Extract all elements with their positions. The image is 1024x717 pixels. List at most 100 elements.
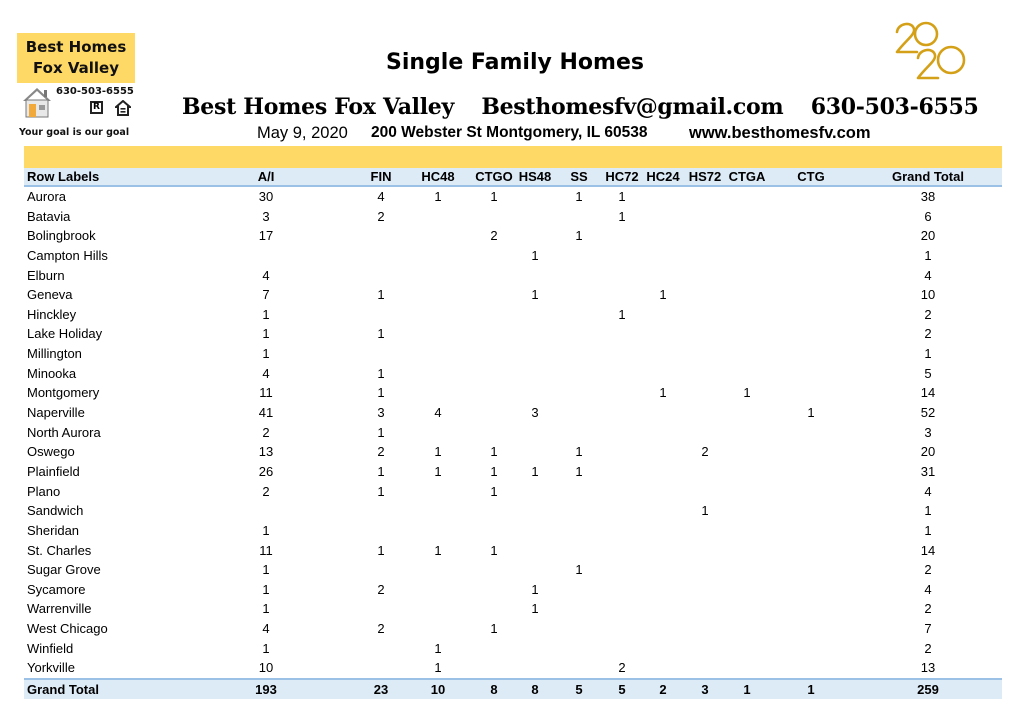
table-cell: 7 <box>262 287 270 303</box>
table-cell: 5 <box>618 682 626 698</box>
table-row: Oswego 13 2 1 1 1 2 20 <box>24 442 1002 462</box>
table-cell: 1 <box>377 365 385 381</box>
table-cell: 2 <box>377 208 385 224</box>
table-cell: 38 <box>920 189 936 204</box>
table-cell: 26 <box>258 463 274 479</box>
table-cell: 1 <box>262 522 270 538</box>
table-cell: 1 <box>490 463 498 479</box>
table-cell: 1 <box>924 503 932 519</box>
table-cell: 20 <box>920 228 936 244</box>
table-cell: 1 <box>575 444 583 460</box>
table-row: Winfield 1 1 2 <box>24 639 1002 659</box>
table-cell: 2 <box>377 621 385 637</box>
table-cell: 2 <box>924 601 932 617</box>
table-cell: 1 <box>262 306 270 322</box>
column-header-ctg[interactable]: CTG <box>796 168 826 185</box>
table-cell: 6 <box>924 208 932 224</box>
table-cell: 1 <box>531 581 539 597</box>
table-cell: 41 <box>258 405 274 421</box>
column-header-grand-total[interactable]: Grand Total <box>884 168 972 185</box>
table-row: Bolingbrook 17 2 1 20 <box>24 226 1002 246</box>
table-cell: 14 <box>920 542 936 558</box>
table-row: Montgomery 11 1 1 1 14 <box>24 383 1002 403</box>
table-cell: 7 <box>924 621 932 637</box>
table-cell: 2 <box>924 640 932 656</box>
table-row: Lake Holiday 1 1 2 <box>24 324 1002 344</box>
table-cell: 4 <box>262 621 270 637</box>
grand-total-row: Grand Total 193 23 10 8 8 5 5 2 3 1 1 259 <box>24 678 1002 700</box>
table-cell: 2 <box>659 682 667 698</box>
table-cell: 3 <box>924 424 932 440</box>
column-header-hs72[interactable]: HS72 <box>688 168 722 185</box>
table-row: Geneva 7 1 1 1 10 <box>24 285 1002 305</box>
table-cell: 1 <box>262 601 270 617</box>
row-label: Winfield <box>27 640 74 656</box>
column-header-ctga[interactable]: CTGA <box>728 168 766 185</box>
table-cell: 2 <box>262 424 270 440</box>
table-row: Sugar Grove 1 1 2 <box>24 560 1002 580</box>
table-cell: 1 <box>531 463 539 479</box>
column-header-a-i[interactable]: A/I <box>250 168 282 185</box>
row-label: Montgomery <box>27 385 100 401</box>
contact-line: Best Homes Fox Valley Besthomesfv@gmail.… <box>182 94 979 120</box>
table-row: Campton Hills 1 1 <box>24 246 1002 266</box>
table-cell: 1 <box>659 385 667 401</box>
row-label: Sandwich <box>27 503 84 519</box>
table-cell: 1 <box>701 503 709 519</box>
row-label: Warrenville <box>27 601 92 617</box>
table-cell: 2 <box>618 660 626 676</box>
table-cell: 1 <box>434 463 442 479</box>
row-label: Grand Total <box>27 682 99 698</box>
table-cell: 11 <box>259 542 273 558</box>
row-label: Bolingbrook <box>27 228 96 244</box>
column-header-ctgo[interactable]: CTGO <box>475 168 513 185</box>
table-cell: 1 <box>575 562 583 578</box>
table-cell: 14 <box>920 385 936 401</box>
table-cell: 1 <box>490 621 498 637</box>
table-cell: 31 <box>920 463 936 479</box>
table-cell: 2 <box>377 581 385 597</box>
table-cell: 1 <box>618 306 626 322</box>
table-cell: 10 <box>920 287 936 303</box>
table-cell: 1 <box>262 346 270 362</box>
row-label: Sheridan <box>27 522 80 538</box>
table-cell: 3 <box>531 405 539 421</box>
table-cell: 3 <box>377 405 385 421</box>
table-cell: 4 <box>262 365 270 381</box>
table-row: West Chicago 4 2 1 7 <box>24 619 1002 639</box>
table-cell: 1 <box>531 287 539 303</box>
table-cell: 20 <box>920 444 936 460</box>
column-header-fin[interactable]: FIN <box>366 168 396 185</box>
table-cell: 4 <box>377 189 385 204</box>
row-label: Naperville <box>27 405 85 421</box>
email-link[interactable]: Besthomesfv@gmail.com <box>481 94 783 120</box>
row-label: Geneva <box>27 287 73 303</box>
table-cell: 23 <box>373 682 389 698</box>
table-cell: 1 <box>924 346 932 362</box>
table-row: North Aurora 2 1 3 <box>24 423 1002 443</box>
table-row: Warrenville 1 1 2 <box>24 599 1002 619</box>
column-header-hs48[interactable]: HS48 <box>518 168 552 185</box>
column-header-hc48[interactable]: HC48 <box>421 168 455 185</box>
table-cell: 1 <box>262 562 270 578</box>
row-labels-header[interactable]: Row Labels <box>27 168 99 185</box>
table-row: Sheridan 1 1 <box>24 521 1002 541</box>
table-cell: 2 <box>701 444 709 460</box>
table-cell: 4 <box>262 267 270 283</box>
realtor-icon: R <box>90 101 103 114</box>
house-icon <box>23 88 51 118</box>
table-cell: 1 <box>807 405 815 421</box>
table-cell: 1 <box>262 326 270 342</box>
table-cell: 3 <box>262 208 270 224</box>
table-cell: 8 <box>490 682 498 698</box>
website-link[interactable]: www.besthomesfv.com <box>689 124 871 143</box>
column-header-hc72[interactable]: HC72 <box>605 168 639 185</box>
table-cell: 1 <box>377 424 385 440</box>
table-cell: 2 <box>490 228 498 244</box>
column-header-ss[interactable]: SS <box>568 168 590 185</box>
table-cell: 1 <box>377 287 385 303</box>
table-cell: 1 <box>434 660 442 676</box>
table-cell: 1 <box>262 581 270 597</box>
equal-housing-icon <box>115 100 131 116</box>
column-header-hc24[interactable]: HC24 <box>646 168 680 185</box>
